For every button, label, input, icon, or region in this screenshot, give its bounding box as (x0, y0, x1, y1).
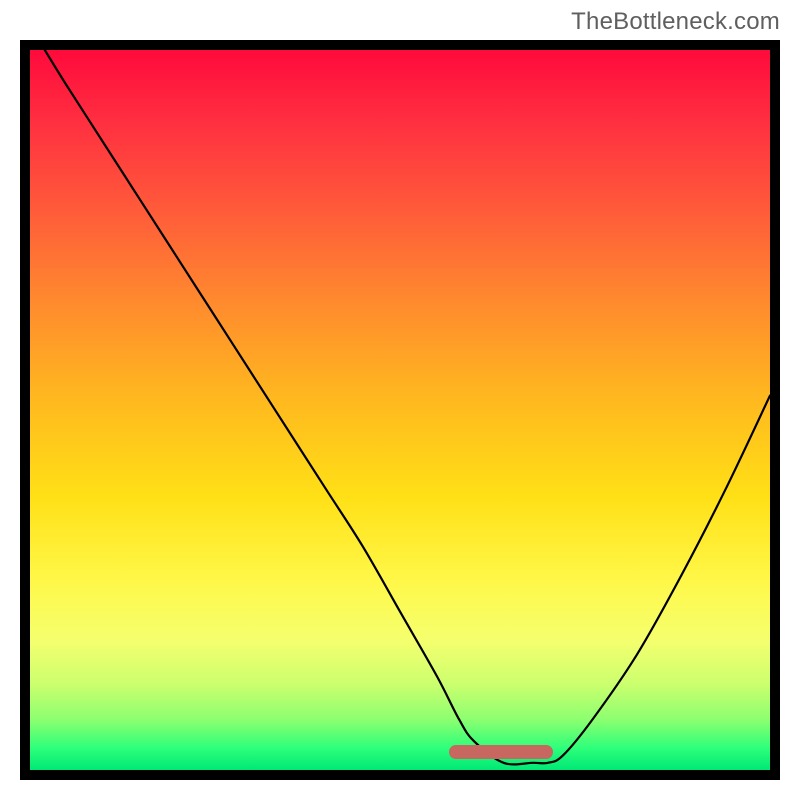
bottleneck-curve (45, 50, 770, 764)
watermark-text: TheBottleneck.com (571, 8, 780, 36)
curve-svg (30, 50, 770, 770)
plot-frame (20, 40, 780, 780)
chart-container: TheBottleneck.com (0, 0, 800, 800)
valley-highlight (449, 745, 553, 759)
